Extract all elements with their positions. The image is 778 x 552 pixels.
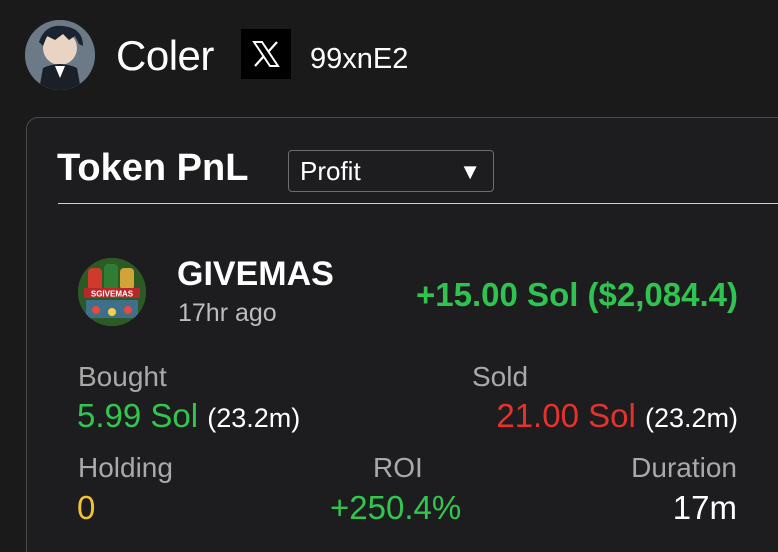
token-time-ago: 17hr ago (178, 299, 277, 327)
bought-value: 5.99 Sol (77, 397, 199, 434)
sold-value: 21.00 Sol (496, 397, 636, 434)
token-logo-text: SGIVEMAS (91, 290, 134, 299)
duration-label: Duration (631, 452, 737, 483)
profile-name: Coler (116, 32, 214, 79)
card-title: Token PnL (57, 147, 249, 189)
sold-stat: 21.00 Sol (23.2m) (496, 397, 738, 437)
token-pnl-screen: Coler 99xnE2 Token PnL Profit ▼ SGIVEMAS (0, 0, 778, 552)
user-avatar[interactable] (25, 20, 95, 90)
bought-stat: 5.99 Sol (23.2m) (77, 397, 300, 437)
sold-amount: (23.2m) (644, 403, 738, 433)
sold-label: Sold (472, 361, 529, 392)
chevron-down-icon: ▼ (459, 159, 481, 184)
pnl-filter-select[interactable]: Profit ▼ (288, 150, 494, 192)
roi-label: ROI (373, 452, 423, 483)
token-logo-image: SGIVEMAS (78, 258, 146, 326)
duration-value: 17m (672, 489, 737, 526)
x-logo-icon[interactable] (241, 29, 291, 79)
token-pnl-value: +15.00 Sol ($2,084.4) (416, 276, 738, 313)
holding-value: 0 (77, 489, 96, 526)
token-logo: SGIVEMAS (78, 258, 146, 326)
roi-value: +250.4% (330, 489, 462, 526)
card-divider (58, 203, 778, 204)
token-name[interactable]: GIVEMAS (177, 254, 334, 294)
holding-label: Holding (78, 452, 173, 483)
profile-handle[interactable]: 99xnE2 (310, 42, 408, 76)
avatar-image (25, 20, 95, 90)
bought-amount: (23.2m) (207, 403, 301, 433)
x-logo-glyph (252, 41, 280, 67)
filter-selected-value: Profit (300, 156, 361, 186)
bought-label: Bought (78, 361, 167, 392)
